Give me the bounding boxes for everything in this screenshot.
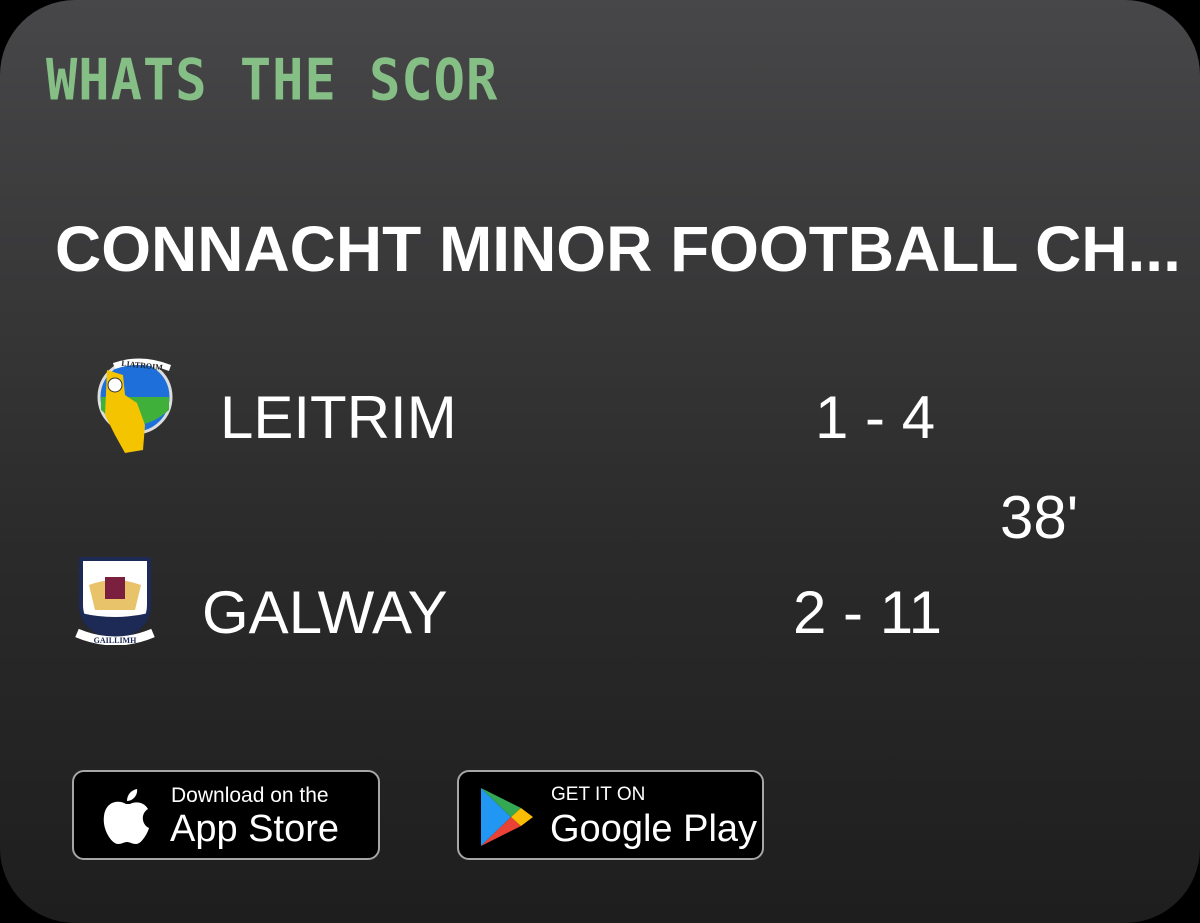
galway-crest-icon: GAILLIMH bbox=[75, 557, 155, 645]
google-play-big-text: Google Play bbox=[550, 808, 758, 850]
home-team-score: 1 - 4 bbox=[815, 384, 936, 451]
app-store-big-text: App Store bbox=[170, 808, 339, 850]
app-logo: WHATS THE SCOR bbox=[46, 48, 499, 114]
app-store-small-text: Download on the bbox=[171, 784, 329, 807]
google-play-icon bbox=[481, 788, 533, 846]
google-play-button[interactable]: GET IT ON Google Play bbox=[457, 770, 764, 860]
galway-crest-text: GAILLIMH bbox=[94, 636, 137, 645]
away-team-name: GALWAY bbox=[202, 579, 448, 646]
google-play-small-text: GET IT ON bbox=[551, 784, 646, 805]
score-card: WHATS THE SCOR CONNACHT MINOR FOOTBALL C… bbox=[0, 0, 1200, 923]
home-team-name: LEITRIM bbox=[220, 384, 457, 451]
app-store-button[interactable]: Download on the App Store bbox=[72, 770, 380, 860]
leitrim-crest-icon: LIATROIM bbox=[97, 358, 173, 453]
away-team-score: 2 - 11 bbox=[793, 579, 942, 646]
competition-title: CONNACHT MINOR FOOTBALL CH... bbox=[55, 213, 1181, 285]
apple-icon bbox=[103, 789, 149, 844]
match-time: 38' bbox=[1000, 484, 1079, 551]
